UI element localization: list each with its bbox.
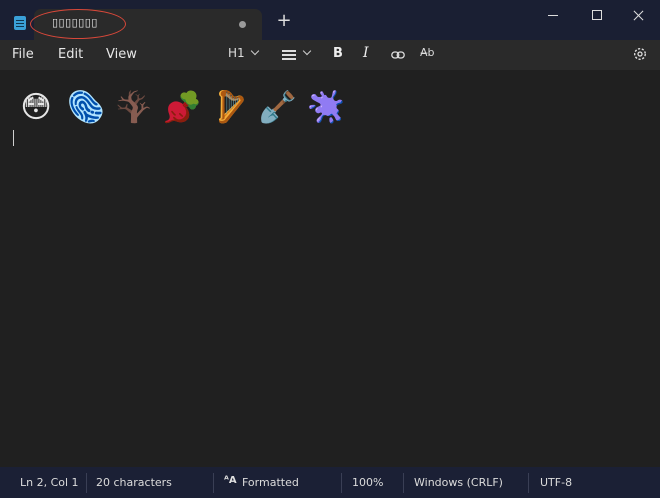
- unsaved-dot-icon[interactable]: [239, 21, 246, 28]
- bold-button[interactable]: B: [333, 46, 343, 61]
- format-mode[interactable]: Formatted: [242, 476, 299, 489]
- italic-button[interactable]: I: [363, 45, 369, 61]
- zoom-level[interactable]: 100%: [352, 476, 383, 489]
- line-ending[interactable]: Windows (CRLF): [414, 476, 503, 489]
- link-icon[interactable]: [391, 48, 405, 62]
- menu-edit[interactable]: Edit: [58, 47, 83, 62]
- character-count: 20 characters: [96, 476, 172, 489]
- status-separator: [341, 473, 342, 493]
- title-bar: ▯▯▯▯▯▯▯ +: [0, 0, 660, 40]
- flushed-face-emoji: 😳: [20, 90, 52, 125]
- highlight-annotation: [30, 9, 126, 39]
- root-vegetable-emoji: 🫜: [163, 90, 201, 125]
- status-separator: [528, 473, 529, 493]
- splatter-emoji: 🫟: [307, 90, 345, 125]
- maximize-button[interactable]: [582, 5, 612, 25]
- status-separator: [213, 473, 214, 493]
- new-tab-button[interactable]: +: [276, 12, 292, 30]
- leafless-tree-emoji: 🪾: [115, 90, 153, 125]
- settings-gear-icon[interactable]: [632, 46, 648, 62]
- list-icon[interactable]: [282, 50, 296, 60]
- minimize-button[interactable]: [538, 5, 568, 25]
- chevron-down-icon[interactable]: [250, 46, 260, 56]
- status-separator: [403, 473, 404, 493]
- menu-bar: File Edit View H1 B I A̶b: [0, 40, 660, 70]
- harp-emoji: 🪉: [212, 90, 250, 125]
- chevron-down-icon[interactable]: [302, 46, 312, 56]
- status-separator: [86, 473, 87, 493]
- spellcheck-button[interactable]: A̶b: [420, 46, 435, 59]
- format-icon: ᴬA: [224, 475, 237, 486]
- heading-dropdown[interactable]: H1: [228, 46, 245, 60]
- status-bar: Ln 2, Col 1 20 characters ᴬA Formatted 1…: [0, 467, 660, 498]
- text-cursor: [13, 130, 14, 146]
- shovel-emoji: 🪏: [259, 90, 297, 125]
- text-editor[interactable]: 😳 🫆 🪾 🫜 🪉 🪏 🫟: [0, 70, 660, 467]
- document-tab[interactable]: ▯▯▯▯▯▯▯: [30, 9, 262, 40]
- encoding[interactable]: UTF-8: [540, 476, 572, 489]
- fingerprint-emoji: 🫆: [67, 90, 105, 125]
- menu-file[interactable]: File: [12, 47, 34, 62]
- cursor-position[interactable]: Ln 2, Col 1: [20, 476, 79, 489]
- close-button[interactable]: [624, 5, 654, 25]
- menu-view[interactable]: View: [106, 47, 137, 62]
- notepad-app-icon: [14, 16, 26, 30]
